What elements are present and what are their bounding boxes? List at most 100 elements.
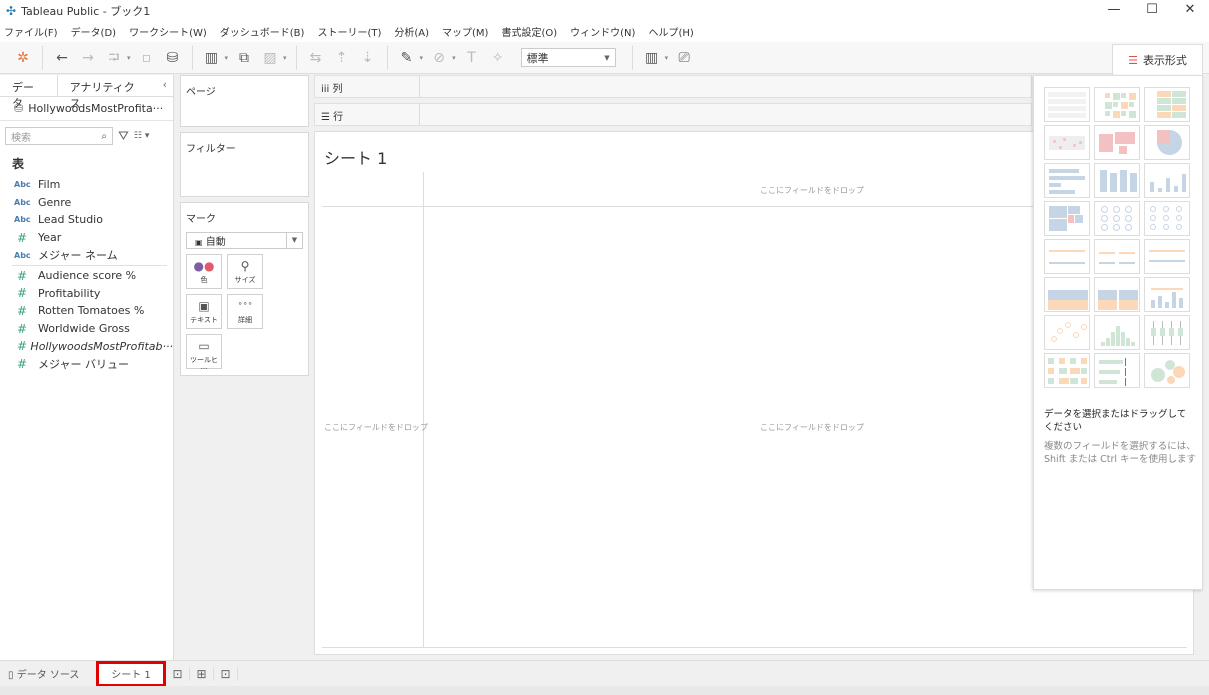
save-icon[interactable]: ▫ <box>137 48 157 68</box>
minimize-button[interactable]: — <box>1095 0 1133 20</box>
filled-map-chart-icon[interactable] <box>1094 125 1140 160</box>
datasource-item[interactable]: ⛁ HollywoodsMostProfita··· <box>0 97 173 121</box>
new-datasource-icon[interactable]: ⛁ <box>163 48 183 68</box>
filters-card[interactable]: フィルター <box>180 132 309 197</box>
heat-map-chart-icon[interactable] <box>1094 87 1140 122</box>
field-item[interactable]: Abc メジャー ネーム <box>0 246 173 264</box>
field-item[interactable]: Abc Genre <box>0 194 173 212</box>
show-me-hint-body: 複数のフィールドを選択するには、Shift または Ctrl キーを使用します <box>1044 441 1197 465</box>
field-item[interactable]: # Audience score % <box>0 267 173 285</box>
show-cards-icon[interactable]: ▥ <box>642 48 662 68</box>
field-name: Audience score % <box>38 269 137 283</box>
clear-sheet-icon[interactable]: ▨ <box>260 48 280 68</box>
mark-type-dropdown[interactable]: ▣ 自動 ▼ <box>186 232 303 249</box>
pin-icon[interactable]: ✧ <box>488 48 508 68</box>
sort-descending-icon[interactable]: ⇣ <box>358 48 378 68</box>
area-continuous-chart-icon[interactable] <box>1044 277 1090 312</box>
histogram-chart-icon[interactable] <box>1094 315 1140 350</box>
rows-shelf[interactable]: ☰ 行 <box>314 103 1032 126</box>
field-item[interactable]: Abc Lead Studio <box>0 211 173 229</box>
circle-view-chart-icon[interactable] <box>1094 201 1140 236</box>
dual-lines-chart-icon[interactable] <box>1144 239 1190 274</box>
tab-analytics[interactable]: アナリティクス <box>58 75 157 110</box>
menu-item[interactable]: 書式設定(O) <box>501 24 557 39</box>
menu-item[interactable]: データ(D) <box>71 24 117 39</box>
drop-zone-view[interactable]: ここにフィールドをドロップ <box>760 422 864 433</box>
gantt-chart-chart-icon[interactable] <box>1044 353 1090 388</box>
side-by-side-bars-chart-icon[interactable] <box>1144 163 1190 198</box>
continuous-lines-chart-icon[interactable] <box>1044 239 1090 274</box>
tooltip-button[interactable]: ▭ ツールヒ··· <box>186 334 222 373</box>
presentation-icon[interactable]: ⎚ <box>674 48 694 68</box>
new-story-icon[interactable]: ⊡ <box>214 666 238 681</box>
replay-icon[interactable]: ⮒ <box>104 48 124 68</box>
field-item[interactable]: # HollywoodsMostProfitab··· <box>0 337 173 355</box>
area-discrete-chart-icon[interactable] <box>1094 277 1140 312</box>
menu-item[interactable]: ストーリー(T) <box>317 24 381 39</box>
columns-shelf[interactable]: iii 列 <box>314 75 1032 98</box>
size-button[interactable]: ⚲ サイズ <box>227 254 263 289</box>
menu-item[interactable]: ウィンドウ(N) <box>570 24 635 39</box>
group-icon[interactable]: ⊘ <box>429 48 449 68</box>
field-item[interactable]: # Worldwide Gross <box>0 320 173 338</box>
field-item[interactable]: # Rotten Tomatoes % <box>0 302 173 320</box>
menu-item[interactable]: ヘルプ(H) <box>648 24 693 39</box>
undo-icon[interactable]: ← <box>52 48 72 68</box>
menu-item[interactable]: マップ(M) <box>442 24 488 39</box>
search-input[interactable]: 検索 ⌕ <box>5 127 113 145</box>
redo-icon[interactable]: → <box>78 48 98 68</box>
new-worksheet-icon[interactable]: ▥ <box>202 48 222 68</box>
field-item[interactable]: # Year <box>0 229 173 247</box>
menu-item[interactable]: 分析(A) <box>394 24 429 39</box>
label-icon[interactable]: T <box>462 48 482 68</box>
box-whisker-chart-icon[interactable] <box>1144 315 1190 350</box>
text-button[interactable]: ▣ テキスト <box>186 294 222 329</box>
string-type-icon: Abc <box>14 180 31 190</box>
pie-chart-chart-icon[interactable] <box>1144 125 1190 160</box>
swap-icon[interactable]: ⇆ <box>306 48 326 68</box>
menu-item[interactable]: ワークシート(W) <box>129 24 207 39</box>
sort-ascending-icon[interactable]: ⇡ <box>332 48 352 68</box>
sheet-tab[interactable]: シート 1 <box>96 660 166 687</box>
collapse-icon[interactable]: ‹ <box>157 75 173 96</box>
tableau-home-icon[interactable]: ✲ <box>13 48 33 68</box>
chevron-down-icon: ▼ <box>286 233 302 248</box>
drop-zone-rows[interactable]: ここにフィールドをドロップ <box>324 422 428 433</box>
number-type-icon: # <box>17 268 28 283</box>
treemap-chart-icon[interactable] <box>1044 201 1090 236</box>
view-options-icon[interactable]: ☷ ▾ <box>134 131 149 141</box>
new-worksheet-icon[interactable]: ⊡ <box>166 666 190 681</box>
field-item[interactable]: # メジャー バリュー <box>0 355 173 373</box>
highlight-table-chart-icon[interactable] <box>1144 87 1190 122</box>
pages-card[interactable]: ページ <box>180 75 309 127</box>
close-button[interactable]: ✕ <box>1171 0 1209 20</box>
scatter-plot-chart-icon[interactable] <box>1044 315 1090 350</box>
duplicate-sheet-icon[interactable]: ⧉ <box>234 48 254 68</box>
detail-button[interactable]: ∘∘∘ 詳細 <box>227 294 263 329</box>
datasource-tab[interactable]: ▯ データ ソース <box>0 666 96 681</box>
packed-bubbles-chart-icon[interactable] <box>1144 353 1190 388</box>
field-item[interactable]: Abc Film <box>0 176 173 194</box>
stacked-bars-chart-icon[interactable] <box>1094 163 1140 198</box>
dual-combination-chart-icon[interactable] <box>1144 277 1190 312</box>
bullet-graph-chart-icon[interactable] <box>1094 353 1140 388</box>
new-dashboard-icon[interactable]: ⊞ <box>190 666 214 681</box>
show-me-tab[interactable]: ☰ 表示形式 <box>1112 44 1203 75</box>
drop-zone-columns[interactable]: ここにフィールドをドロップ <box>760 185 864 196</box>
horizontal-bars-chart-icon[interactable] <box>1044 163 1090 198</box>
menu-item[interactable]: ファイル(F) <box>4 24 58 39</box>
discrete-lines-chart-icon[interactable] <box>1094 239 1140 274</box>
side-by-side-circles-chart-icon[interactable] <box>1144 201 1190 236</box>
text-table-chart-icon[interactable] <box>1044 87 1090 122</box>
tab-data[interactable]: データ <box>0 75 58 110</box>
sheet-title[interactable]: シート 1 <box>324 145 387 169</box>
color-button[interactable]: ●● 色 <box>186 254 222 289</box>
fit-dropdown[interactable]: 標準 ▼ <box>520 48 616 67</box>
filter-icon[interactable]: ⛛ <box>118 129 129 144</box>
field-item[interactable]: # Profitability <box>0 285 173 303</box>
menu-item[interactable]: ダッシュボード(B) <box>220 24 305 39</box>
maximize-button[interactable]: ☐ <box>1133 0 1171 20</box>
toolbar: ✲ ← → ⮒ ▾ ▫ ⛁ ▥ ▾ ⧉ ▨ ▾ ⇆ ⇡ ⇣ ✎ ▾ ⊘ ▾ T ✧ 標準 ▼… <box>0 42 1209 74</box>
symbol-map-chart-icon[interactable] <box>1044 125 1090 160</box>
highlight-icon[interactable]: ✎ <box>397 48 417 68</box>
